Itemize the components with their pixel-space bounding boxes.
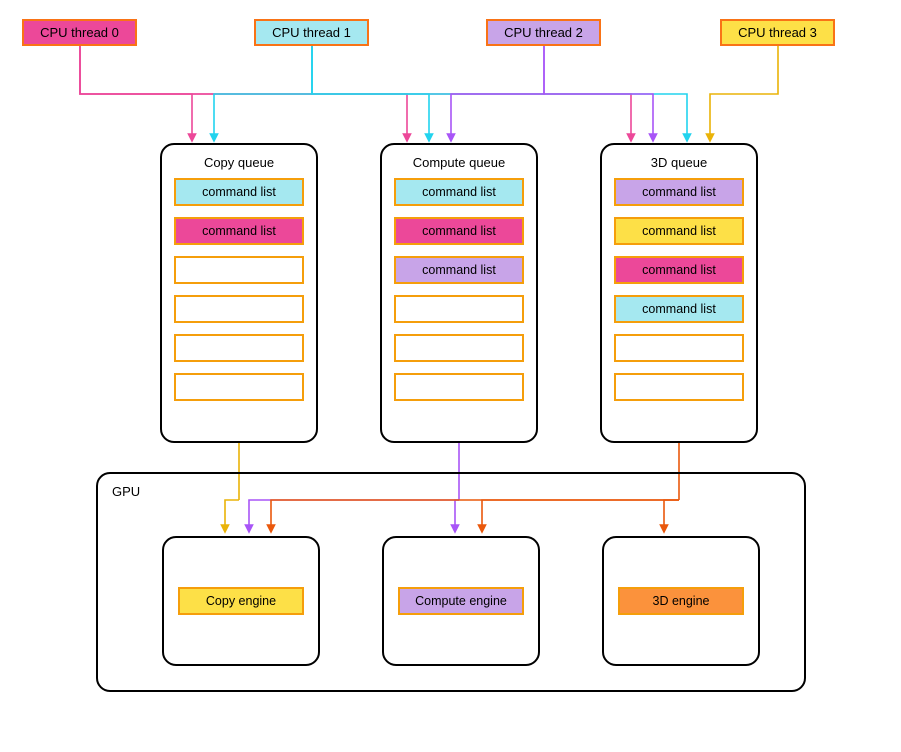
queue-0: Copy queue command list command list — [160, 143, 318, 443]
command-list: command list — [614, 217, 744, 245]
engine-label: Copy engine — [178, 587, 304, 615]
command-list: command list — [394, 178, 524, 206]
command-list: command list — [614, 295, 744, 323]
command-list: command list — [614, 178, 744, 206]
command-list: command list — [174, 178, 304, 206]
command-slot-empty — [394, 295, 524, 323]
command-slot-empty — [394, 373, 524, 401]
cpu-thread-3: CPU thread 3 — [720, 19, 835, 46]
engine-0: Copy engine — [162, 536, 320, 666]
command-slot-empty — [614, 373, 744, 401]
gpu-title: GPU — [112, 484, 790, 499]
command-list: command list — [394, 256, 524, 284]
command-slot-empty — [174, 334, 304, 362]
cpu-thread-0: CPU thread 0 — [22, 19, 137, 46]
queue-title: Compute queue — [394, 155, 524, 170]
engine-label: 3D engine — [618, 587, 744, 615]
cpu-thread-1: CPU thread 1 — [254, 19, 369, 46]
engine-2: 3D engine — [602, 536, 760, 666]
command-list: command list — [174, 217, 304, 245]
gpu-container: GPU Copy engine Compute engine 3D engine — [96, 472, 806, 692]
cpu-thread-2: CPU thread 2 — [486, 19, 601, 46]
command-slot-empty — [174, 373, 304, 401]
queue-title: Copy queue — [174, 155, 304, 170]
command-list: command list — [614, 256, 744, 284]
command-slot-empty — [394, 334, 524, 362]
engine-1: Compute engine — [382, 536, 540, 666]
queue-1: Compute queue command list command list com… — [380, 143, 538, 443]
command-slot-empty — [614, 334, 744, 362]
queue-2: 3D queue command list command list command … — [600, 143, 758, 443]
queue-title: 3D queue — [614, 155, 744, 170]
command-slot-empty — [174, 295, 304, 323]
command-slot-empty — [174, 256, 304, 284]
command-list: command list — [394, 217, 524, 245]
engine-label: Compute engine — [398, 587, 524, 615]
